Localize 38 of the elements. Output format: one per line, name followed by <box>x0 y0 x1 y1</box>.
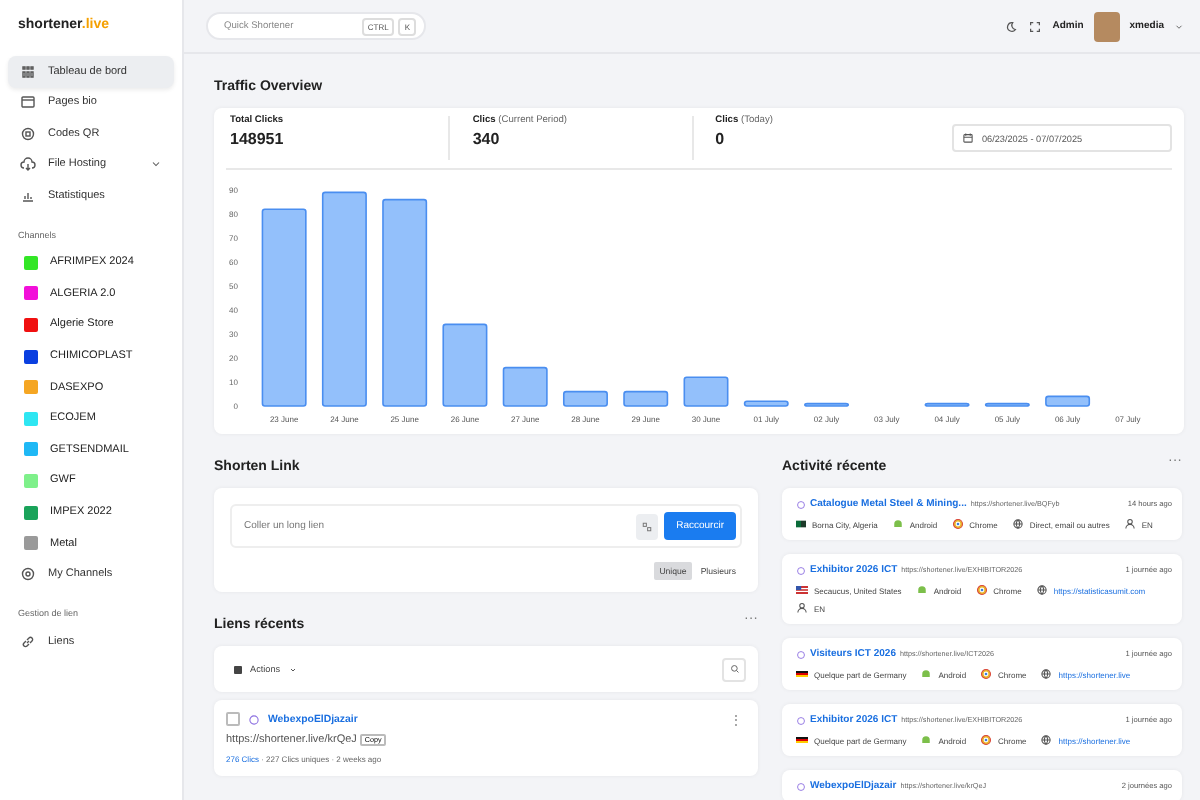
search-button[interactable] <box>722 657 746 681</box>
flag-icon <box>796 586 808 594</box>
calendar-icon <box>961 132 974 144</box>
square-icon <box>234 665 242 673</box>
fullscreen-icon <box>1028 19 1043 33</box>
flag-icon <box>796 520 806 528</box>
checkbox[interactable] <box>226 712 240 726</box>
page-icon <box>20 94 36 111</box>
link-icon <box>20 633 36 650</box>
chart-bar <box>683 376 729 407</box>
user-icon <box>796 602 808 614</box>
user-icon <box>1123 518 1136 530</box>
chart-bar <box>743 400 789 407</box>
flag-icon <box>796 736 808 744</box>
chevron-down-icon <box>150 158 162 171</box>
flag-icon <box>796 670 808 678</box>
stat-value: 0 <box>715 130 727 148</box>
stat-value: 148951 <box>230 130 286 148</box>
chart-bar <box>1045 395 1091 407</box>
avatar[interactable] <box>1093 11 1120 41</box>
browser-icon <box>951 518 964 530</box>
browser-icon <box>980 734 993 746</box>
chart-bar <box>984 402 1030 407</box>
moon-icon <box>1004 19 1019 33</box>
cloud-icon <box>20 156 36 173</box>
stat-value: 340 <box>472 130 502 148</box>
browser-icon <box>975 584 988 596</box>
chart-bar <box>804 402 850 407</box>
browser-icon <box>980 668 993 680</box>
chevron-down-icon <box>1174 21 1184 31</box>
chart-bar <box>562 390 608 407</box>
chart-bar <box>442 323 488 407</box>
grid-icon <box>20 63 36 80</box>
bar-chart-icon <box>20 187 36 204</box>
chart-bar <box>502 366 548 407</box>
search-icon <box>729 664 739 674</box>
chart-bar <box>924 402 970 407</box>
chart-bar <box>623 390 669 407</box>
